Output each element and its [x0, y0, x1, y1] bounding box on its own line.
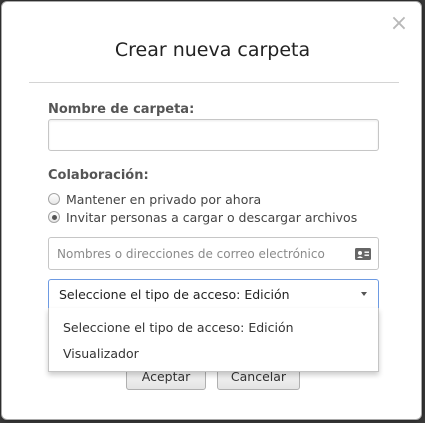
radio-label-invite: Invitar personas a cargar o descargar ar…: [66, 209, 358, 225]
access-type-dropdown: Seleccione el tipo de acceso: Edición Vi…: [48, 308, 379, 372]
invite-email-input[interactable]: Nombres o direcciones de correo electrón…: [48, 237, 379, 270]
chevron-down-icon[interactable]: [361, 292, 367, 296]
radio-option-invite[interactable]: Invitar personas a cargar o descargar ar…: [48, 209, 357, 225]
contact-card-icon[interactable]: [354, 245, 372, 263]
dropdown-option-edit[interactable]: Seleccione el tipo de acceso: Edición: [49, 315, 378, 341]
radio-label-private: Mantener en privado por ahora: [66, 191, 262, 207]
create-folder-dialog: × Crear nueva carpeta Nombre de carpeta:…: [1, 1, 422, 420]
title-divider: [29, 82, 399, 83]
close-icon[interactable]: ×: [389, 13, 409, 35]
radio-button-private[interactable]: [48, 193, 60, 205]
radio-button-invite[interactable]: [48, 211, 60, 223]
folder-name-input[interactable]: [48, 119, 379, 151]
invite-email-placeholder: Nombres o direcciones de correo electrón…: [57, 246, 325, 261]
radio-option-private[interactable]: Mantener en privado por ahora: [48, 191, 261, 207]
access-type-selected-value: Seleccione el tipo de acceso: Edición: [59, 286, 290, 302]
collaboration-label: Colaboración:: [48, 168, 149, 183]
dialog-title: Crear nueva carpeta: [114, 39, 311, 61]
folder-name-label: Nombre de carpeta:: [48, 102, 195, 117]
access-type-select[interactable]: Seleccione el tipo de acceso: Edición: [48, 279, 379, 309]
dropdown-option-viewer[interactable]: Visualizador: [49, 341, 378, 367]
